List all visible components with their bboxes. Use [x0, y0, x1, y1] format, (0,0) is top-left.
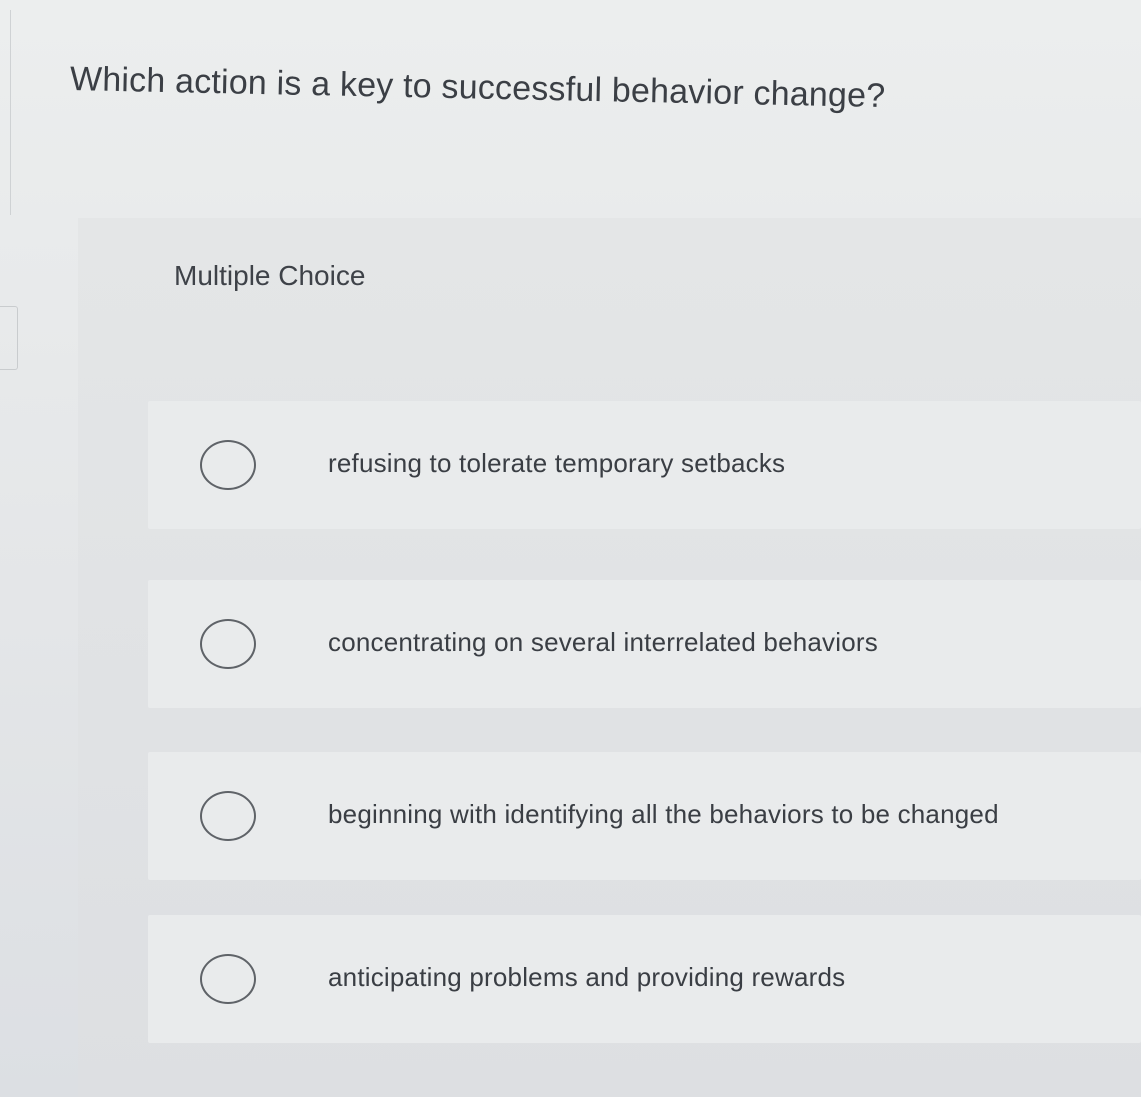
answer-option-label: refusing to tolerate temporary setbacks — [328, 448, 786, 478]
question-type-label: Multiple Choice — [174, 260, 366, 291]
left-edge-frame — [0, 10, 11, 215]
answer-panel: Multiple Choice refusing to tolerate tem… — [78, 218, 1141, 1097]
answer-option-label: concentrating on several interrelated be… — [328, 627, 878, 657]
radio-circle-icon[interactable] — [200, 619, 256, 669]
answer-option-4[interactable]: anticipating problems and providing rewa… — [148, 915, 1141, 1043]
answer-option-3[interactable]: beginning with identifying all the behav… — [148, 752, 1141, 880]
radio-circle-icon[interactable] — [200, 954, 256, 1004]
question-text: Which action is a key to successful beha… — [69, 60, 886, 116]
answer-option-label: beginning with identifying all the behav… — [328, 799, 999, 829]
answer-option-1[interactable]: refusing to tolerate temporary setbacks — [148, 401, 1141, 529]
answer-option-2[interactable]: concentrating on several interrelated be… — [148, 580, 1141, 708]
radio-circle-icon[interactable] — [200, 440, 256, 490]
left-edge-tab — [0, 306, 18, 370]
answer-option-label: anticipating problems and providing rewa… — [328, 962, 846, 992]
radio-circle-icon[interactable] — [200, 791, 256, 841]
